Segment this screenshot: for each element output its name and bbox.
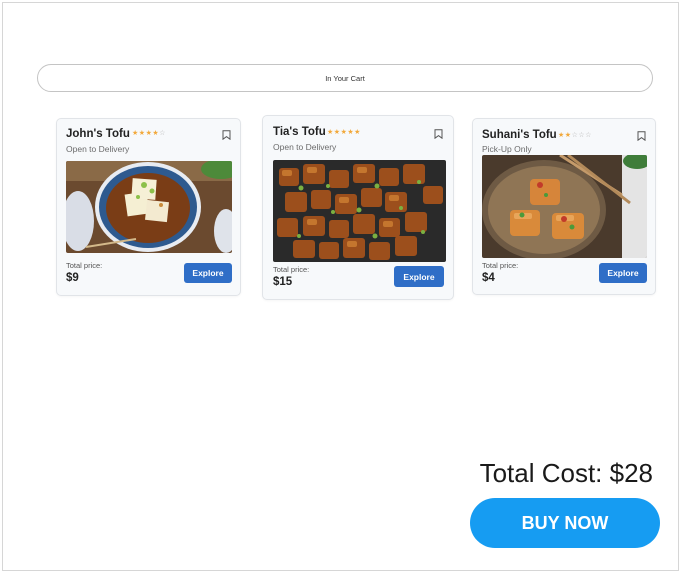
availability-text: Open to Delivery [273,142,337,152]
total-price-label: Total price: [482,261,519,270]
rating-stars: ★★★★★ [327,128,361,136]
rating-stars: ★★★★☆ [132,129,166,137]
star-filled-icon: ★ [333,129,341,136]
star-filled-icon: ★ [138,130,146,137]
star-empty-icon: ☆ [585,132,592,139]
rating-stars: ★★☆☆☆ [558,131,592,139]
availability-text: Open to Delivery [66,144,130,154]
explore-button[interactable]: Explore [599,263,647,283]
price-value: $15 [273,276,293,288]
buy-now-button[interactable]: BUY NOW [470,498,660,548]
total-cost: Total Cost: $28 [479,458,653,488]
bookmark-icon[interactable] [434,129,443,139]
tofu-photo [273,160,446,262]
cart-header-label: In Your Cart [325,73,365,83]
product-card-suhani: Suhani's Tofu ★★☆☆☆ Pick-Up Only Total p [472,118,656,295]
star-filled-icon: ★ [327,129,334,136]
star-empty-icon: ☆ [159,130,166,137]
tofu-photo [66,161,232,253]
tofu-photo [482,155,647,258]
explore-button[interactable]: Explore [184,263,232,283]
explore-button[interactable]: Explore [394,266,444,287]
total-price-label: Total price: [66,261,103,270]
product-card-john: John's Tofu ★★★★☆ Open to Delivery Total… [56,118,241,296]
price-value: $4 [482,272,495,284]
star-filled-icon: ★ [354,129,361,136]
app-window: In Your Cart John's Tofu ★★★★☆ Open to D… [2,2,679,571]
cart-header-bar[interactable]: In Your Cart [37,64,653,92]
price-value: $9 [66,272,79,284]
product-name: Tia's Tofu [273,126,326,138]
availability-text: Pick-Up Only [482,144,532,154]
total-price-label: Total price: [273,265,310,274]
product-card-tia: Tia's Tofu ★★★★★ Open to Delivery Total … [262,115,454,300]
bookmark-icon[interactable] [637,131,646,141]
product-name: Suhani's Tofu [482,129,557,141]
product-name: John's Tofu [66,128,130,140]
star-filled-icon: ★ [558,132,565,139]
star-filled-icon: ★ [564,132,572,139]
bookmark-icon[interactable] [222,130,231,140]
star-filled-icon: ★ [132,130,139,137]
